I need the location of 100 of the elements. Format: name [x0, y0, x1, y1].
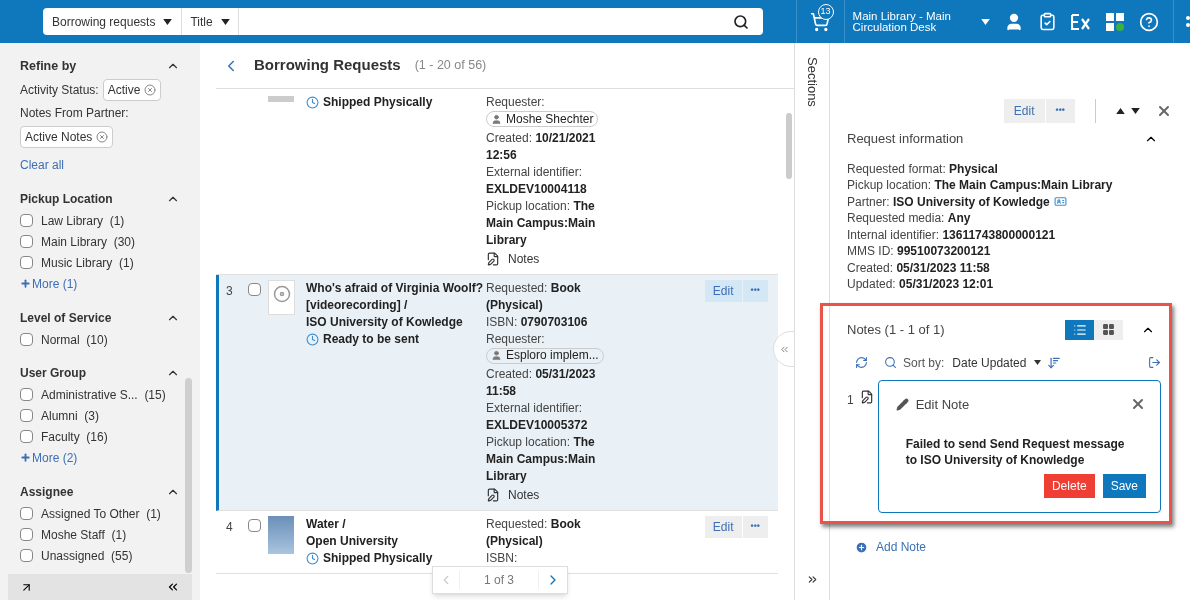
- facet-option[interactable]: Administrative S... (15): [41, 385, 166, 404]
- search-bar[interactable]: Borrowing requests Title: [43, 8, 764, 35]
- title-text[interactable]: Water /: [306, 516, 486, 533]
- id-card-icon[interactable]: [1053, 195, 1067, 209]
- detail-text: Pickup location: The Main Campus:Main Library: [486, 197, 597, 249]
- detail-text: ISBN: 0790703106: [486, 313, 589, 331]
- more-link[interactable]: More (1): [20, 274, 180, 293]
- checkbox[interactable]: [20, 430, 33, 444]
- cart-count-badge: 13: [817, 4, 834, 20]
- plus-icon: [855, 540, 868, 554]
- facet-option[interactable]: Moshe Staff (1): [41, 525, 127, 544]
- list-view-button[interactable]: [1065, 319, 1094, 340]
- field-text: Requested media: Any: [847, 210, 971, 227]
- notes-link[interactable]: Notes: [486, 486, 604, 504]
- person-icon: [491, 113, 502, 125]
- note-text-field[interactable]: Failed to send Send Request message to ISO University of Knowledge: [905, 436, 1126, 468]
- sort-dropdown[interactable]: Date Updated: [952, 353, 1042, 372]
- thumbnail: [268, 279, 295, 315]
- edit-button[interactable]: Edit: [1003, 99, 1045, 123]
- filter-label: Notes From Partner:: [20, 104, 129, 122]
- export-icon[interactable]: [1148, 356, 1161, 369]
- result-range: (1 - 20 of 56): [414, 57, 487, 75]
- checkbox[interactable]: [20, 333, 33, 347]
- facet-title: User Group: [20, 364, 86, 382]
- note-icon: [859, 389, 874, 404]
- add-note-link[interactable]: Add Note: [855, 538, 1172, 556]
- notes-title: Notes (1 - 1 of 1): [847, 320, 946, 339]
- checkbox[interactable]: [20, 388, 33, 402]
- facet-option[interactable]: Music Library (1): [41, 253, 134, 272]
- checkbox[interactable]: [20, 256, 33, 270]
- detail-text: Requested: Book (Physical): [486, 516, 582, 550]
- facet-option[interactable]: Faculty (16): [41, 427, 108, 446]
- facet-option[interactable]: Law Library (1): [41, 211, 125, 230]
- detail-label: Requester:: [486, 94, 546, 111]
- request-row[interactable]: [216, 274, 778, 511]
- clock-icon: [306, 96, 319, 109]
- list-scrollbar-thumb[interactable]: [786, 113, 792, 179]
- more-button[interactable]: •••: [742, 279, 768, 302]
- facet-option[interactable]: Main Library (30): [41, 232, 136, 251]
- facet-option[interactable]: Unassigned (55): [41, 546, 133, 565]
- refine-title: Refine by: [20, 58, 77, 75]
- sort-order-icon[interactable]: [1047, 355, 1062, 370]
- title-text[interactable]: Open University: [306, 533, 486, 550]
- checkbox[interactable]: [20, 409, 33, 423]
- request-row[interactable]: Shipped Physically Requester: Moshe Shechter Created: 10/21/2021 12:56 External identifier: EXLDEV10004118 Pickup location: The Main Campus:Main Library Notes: [216, 89, 778, 275]
- checkbox[interactable]: [20, 549, 33, 563]
- caret-icon[interactable]: [163, 18, 173, 25]
- delete-button[interactable]: Delete: [1043, 474, 1095, 498]
- grid-view-button[interactable]: [1094, 319, 1123, 340]
- clock-icon: [306, 552, 319, 565]
- row-checkbox[interactable]: [248, 519, 261, 532]
- triangle-down-icon[interactable]: [1131, 108, 1140, 114]
- field-text: Updated: 05/31/2023 12:01: [847, 276, 994, 293]
- title-text[interactable]: Who's afraid of Virginia Woolf? [videorecording] /: [306, 279, 486, 314]
- save-button[interactable]: Save: [1102, 474, 1146, 498]
- filter-chip[interactable]: Active Notes: [20, 125, 114, 148]
- caret-icon[interactable]: [220, 18, 230, 25]
- clear-all-link[interactable]: Clear all: [20, 155, 180, 174]
- notes-link[interactable]: Notes: [486, 249, 604, 268]
- row-checkbox[interactable]: [248, 282, 261, 296]
- pencil-icon: [895, 397, 909, 411]
- user-icon[interactable]: [1004, 11, 1024, 32]
- remove-icon[interactable]: [96, 130, 109, 143]
- facet-option[interactable]: Assigned To Other (1): [41, 504, 161, 523]
- close-icon[interactable]: [1156, 103, 1172, 119]
- detail-text: Requested: Book (Physical): [486, 279, 582, 314]
- more-link[interactable]: More (2): [20, 448, 180, 467]
- sections-tab[interactable]: Sections: [802, 57, 822, 107]
- title-text[interactable]: ISO University of Kowledge: [306, 313, 486, 331]
- more-button[interactable]: •••: [742, 516, 768, 538]
- location-selector[interactable]: Main Library - Main Circulation Desk: [843, 0, 994, 43]
- collapse-sidebar-icon[interactable]: [166, 580, 180, 594]
- note-icon: [486, 488, 500, 502]
- facet-option[interactable]: Alumni (3): [41, 406, 100, 425]
- checkbox[interactable]: [20, 235, 33, 249]
- ex-logo-icon[interactable]: [1071, 13, 1091, 30]
- scope-dropdown[interactable]: Borrowing requests: [43, 8, 183, 35]
- row-number: 4: [226, 520, 233, 534]
- clipboard-icon[interactable]: [1038, 12, 1057, 31]
- page-title: Borrowing Requests: [254, 55, 401, 76]
- edit-button[interactable]: Edit: [704, 279, 742, 302]
- remove-icon[interactable]: [144, 83, 157, 96]
- field-dropdown[interactable]: Title: [182, 8, 239, 35]
- widgets-icon[interactable]: [1105, 11, 1125, 32]
- scrollbar-thumb[interactable]: [185, 378, 192, 573]
- facet-option[interactable]: Normal (10): [41, 330, 108, 349]
- detail-text: Created: 05/31/2023 11:58: [486, 366, 597, 400]
- checkbox[interactable]: [20, 214, 33, 228]
- checkbox[interactable]: [20, 528, 33, 542]
- more-button[interactable]: •••: [1045, 99, 1075, 123]
- menu-icon[interactable]: [1173, 0, 1190, 43]
- help-icon[interactable]: [1139, 11, 1159, 32]
- search-icon[interactable]: [733, 13, 750, 30]
- edit-button[interactable]: Edit: [704, 516, 742, 538]
- plus-icon: [20, 452, 31, 464]
- filter-chip[interactable]: Active: [102, 78, 162, 101]
- refresh-icon[interactable]: [855, 356, 868, 369]
- field-text: Requested format: Physical: [847, 160, 998, 177]
- checkbox[interactable]: [20, 507, 33, 521]
- triangle-up-icon[interactable]: [1116, 108, 1125, 114]
